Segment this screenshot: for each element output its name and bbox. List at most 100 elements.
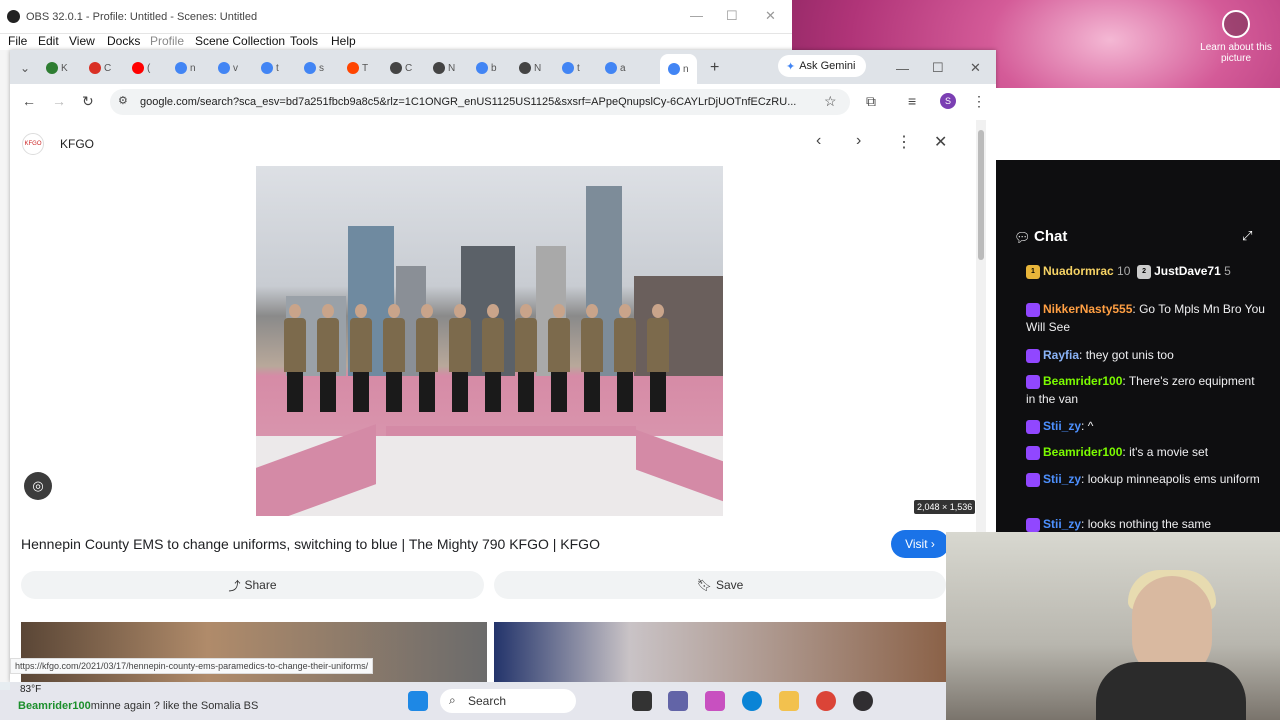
taskbar-search[interactable]: ⌕ Search [440, 689, 576, 713]
tab-strip: ⌄ K C ( n v t s T C Nb Nt a n + ✦ Ask Gemini — ☐ ✕ [10, 50, 996, 84]
close-viewer-icon[interactable]: ✕ [934, 132, 947, 152]
image-title[interactable]: Hennepin County EMS to change uniforms, … [21, 536, 600, 552]
tab-label: t [577, 62, 580, 74]
close-icon[interactable]: ✕ [765, 8, 776, 24]
bookmark-star-icon[interactable]: ☆ [824, 93, 837, 110]
menu-tools[interactable]: Tools [290, 34, 318, 48]
chat-username[interactable]: NikkerNasty555 [1043, 302, 1132, 316]
menu-help[interactable]: Help [331, 34, 356, 48]
leader-name: JustDave71 [1154, 264, 1221, 278]
taskbar: 83°F Beamrider100minne again ? like the … [0, 682, 946, 720]
address-bar[interactable]: ⚙ google.com/search?sca_esv=bd7a251fbcb9… [110, 89, 850, 115]
new-tab-button[interactable]: + [710, 58, 719, 78]
preview-image[interactable] [256, 166, 723, 516]
profile-avatar[interactable]: S [940, 93, 956, 109]
minimize-icon[interactable]: — [690, 8, 703, 23]
chat-badge-icon [1026, 445, 1040, 460]
chat-bubble-icon: 💬︎ [1014, 230, 1031, 245]
teams-icon[interactable] [668, 691, 688, 711]
browser-tab[interactable]: C [390, 58, 412, 78]
maximize-icon[interactable]: ☐ [932, 58, 944, 78]
chat-separator: : [1081, 517, 1088, 531]
chat-username[interactable]: Stii_zy [1043, 517, 1081, 531]
extensions-icon[interactable]: ⧉ [866, 93, 876, 110]
browser-tab[interactable]: t [562, 58, 580, 78]
edge-icon[interactable] [742, 691, 762, 711]
menu-docks[interactable]: Docks [107, 34, 140, 48]
bookmark-icon: 🔖︎ [696, 578, 712, 592]
browser-tab[interactable]: T [347, 58, 368, 78]
menu-profile[interactable]: Profile [150, 34, 184, 48]
chat-badge-icon [1026, 302, 1040, 317]
previous-image-icon[interactable]: ‹ [816, 132, 821, 150]
tab-label: N [448, 62, 456, 74]
obs-window-title: OBS 32.0.1 - Profile: Untitled - Scenes:… [26, 11, 258, 23]
browser-tab[interactable]: b [476, 58, 497, 78]
tab-active[interactable]: n [660, 54, 697, 84]
ask-gemini-label: Ask Gemini [799, 60, 856, 72]
browser-tab[interactable]: v [218, 58, 238, 78]
chat-username[interactable]: Beamrider100 [1043, 445, 1122, 459]
chat-username[interactable]: Beamrider100 [1043, 374, 1122, 388]
close-icon[interactable]: ✕ [970, 58, 981, 78]
ask-gemini-button[interactable]: ✦ Ask Gemini [778, 55, 866, 77]
menu-file[interactable]: File [8, 34, 27, 48]
forward-icon[interactable]: → [52, 93, 66, 109]
tab-search-icon[interactable]: ⌄ [20, 58, 30, 78]
scrollbar-thumb[interactable] [978, 130, 984, 260]
reload-icon[interactable]: ↻ [82, 93, 94, 110]
chat-message: NikkerNasty555: Go To Mpls Mn Bro You Wi… [1026, 300, 1266, 336]
browser-tab[interactable]: s [304, 58, 324, 78]
source-row[interactable]: KFGO KFGO [22, 133, 94, 155]
back-icon[interactable]: ← [22, 93, 36, 109]
chrome-icon[interactable] [816, 691, 836, 711]
tab-favicon-icon [89, 62, 101, 74]
site-info-icon[interactable]: ⚙ [118, 94, 128, 107]
share-button[interactable]: ⤴ Share [21, 571, 484, 599]
chat-text: lookup minneapolis ems uniform [1087, 472, 1260, 486]
browser-tab[interactable]: t [261, 58, 279, 78]
browser-tab[interactable]: N [519, 58, 541, 78]
weather-temp[interactable]: 83°F [20, 684, 41, 695]
google-lens-icon[interactable]: ◎ [24, 472, 52, 500]
next-image-icon[interactable]: › [856, 132, 861, 150]
chat-username[interactable]: Stii_zy [1043, 419, 1081, 433]
more-options-icon[interactable]: ⋮ [896, 132, 912, 152]
obs-side-panel [0, 50, 10, 690]
browser-tab[interactable]: K [46, 58, 68, 78]
copilot-icon[interactable] [705, 691, 725, 711]
menu-kebab-icon[interactable]: ⋮ [972, 93, 986, 110]
file-explorer-icon[interactable] [779, 691, 799, 711]
menu-scene-collection[interactable]: Scene Collection [195, 34, 285, 48]
popout-icon[interactable]: ⤢ [1242, 228, 1252, 244]
save-button[interactable]: 🔖︎ Save [494, 571, 946, 599]
uniformed-person [647, 304, 669, 412]
browser-tab[interactable]: n [175, 58, 196, 78]
chat-username[interactable]: Rayfia [1043, 348, 1079, 362]
browser-tab[interactable]: a [605, 58, 626, 78]
menu-view[interactable]: View [69, 34, 95, 48]
chat-username[interactable]: Stii_zy [1043, 472, 1081, 486]
visit-button[interactable]: Visit › [891, 530, 949, 558]
related-image-thumb[interactable] [494, 622, 946, 682]
browser-tab[interactable]: ( [132, 58, 150, 78]
media-control-icon[interactable]: ≡ [908, 93, 916, 109]
uniformed-person [383, 304, 405, 412]
browser-tab[interactable]: N [433, 58, 455, 78]
task-view-icon[interactable] [632, 691, 652, 711]
learn-about-picture[interactable]: Learn about this picture [1200, 10, 1272, 64]
menu-edit[interactable]: Edit [38, 34, 59, 48]
chat-leaderboard: 1 Nuadormrac 10 2 JustDave71 5 [1026, 262, 1266, 280]
google-favicon-icon [668, 63, 680, 75]
kfgo-logo-icon: KFGO [22, 133, 44, 155]
chat-panel: 💬︎ Chat ⤢ 1 Nuadormrac 10 2 JustDave71 5 N… [996, 160, 1280, 532]
windows-start-icon[interactable] [408, 691, 428, 711]
obs-icon[interactable] [853, 691, 873, 711]
minimize-icon[interactable]: — [896, 58, 909, 78]
background-window [996, 88, 1280, 160]
browser-tab[interactable]: C [89, 58, 111, 78]
tab-favicon-icon [218, 62, 230, 74]
maximize-icon[interactable]: ☐ [726, 8, 738, 24]
chat-text: it's a movie set [1129, 445, 1209, 459]
tab-label: N [534, 62, 542, 74]
